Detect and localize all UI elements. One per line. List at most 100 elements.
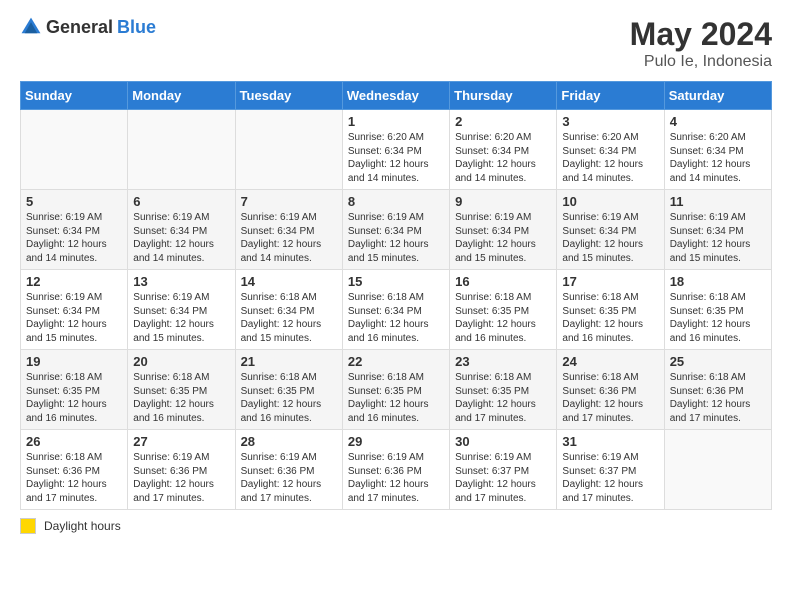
day-number: 31 <box>562 434 658 449</box>
day-number: 15 <box>348 274 444 289</box>
col-thursday: Thursday <box>450 82 557 110</box>
table-row: 31 Sunrise: 6:19 AMSunset: 6:37 PMDaylig… <box>557 430 664 510</box>
calendar-week-4: 19 Sunrise: 6:18 AMSunset: 6:35 PMDaylig… <box>21 350 772 430</box>
logo-text-blue: Blue <box>117 17 156 38</box>
subtitle: Pulo Ie, Indonesia <box>630 53 772 71</box>
calendar-week-1: 1 Sunrise: 6:20 AMSunset: 6:34 PMDayligh… <box>21 110 772 190</box>
day-number: 16 <box>455 274 551 289</box>
day-number: 27 <box>133 434 229 449</box>
day-info: Sunrise: 6:18 AMSunset: 6:35 PMDaylight:… <box>670 292 751 344</box>
col-sunday: Sunday <box>21 82 128 110</box>
day-number: 26 <box>26 434 122 449</box>
table-row: 30 Sunrise: 6:19 AMSunset: 6:37 PMDaylig… <box>450 430 557 510</box>
col-monday: Monday <box>128 82 235 110</box>
day-number: 29 <box>348 434 444 449</box>
col-tuesday: Tuesday <box>235 82 342 110</box>
table-row: 5 Sunrise: 6:19 AMSunset: 6:34 PMDayligh… <box>21 190 128 270</box>
table-row: 3 Sunrise: 6:20 AMSunset: 6:34 PMDayligh… <box>557 110 664 190</box>
main-title: May 2024 <box>630 16 772 53</box>
title-section: May 2024 Pulo Ie, Indonesia <box>630 16 772 71</box>
day-number: 23 <box>455 354 551 369</box>
day-number: 19 <box>26 354 122 369</box>
table-row: 15 Sunrise: 6:18 AMSunset: 6:34 PMDaylig… <box>342 270 449 350</box>
day-info: Sunrise: 6:19 AMSunset: 6:36 PMDaylight:… <box>241 452 322 504</box>
table-row: 13 Sunrise: 6:19 AMSunset: 6:34 PMDaylig… <box>128 270 235 350</box>
table-row: 11 Sunrise: 6:19 AMSunset: 6:34 PMDaylig… <box>664 190 771 270</box>
table-row: 24 Sunrise: 6:18 AMSunset: 6:36 PMDaylig… <box>557 350 664 430</box>
day-info: Sunrise: 6:18 AMSunset: 6:35 PMDaylight:… <box>455 372 536 424</box>
day-info: Sunrise: 6:19 AMSunset: 6:34 PMDaylight:… <box>241 212 322 264</box>
day-number: 11 <box>670 194 766 209</box>
day-info: Sunrise: 6:19 AMSunset: 6:34 PMDaylight:… <box>670 212 751 264</box>
header-row: Sunday Monday Tuesday Wednesday Thursday… <box>21 82 772 110</box>
header: GeneralBlue May 2024 Pulo Ie, Indonesia <box>20 16 772 71</box>
day-number: 12 <box>26 274 122 289</box>
day-info: Sunrise: 6:20 AMSunset: 6:34 PMDaylight:… <box>455 132 536 184</box>
day-number: 6 <box>133 194 229 209</box>
page: GeneralBlue May 2024 Pulo Ie, Indonesia … <box>0 0 792 612</box>
calendar-week-3: 12 Sunrise: 6:19 AMSunset: 6:34 PMDaylig… <box>21 270 772 350</box>
table-row: 17 Sunrise: 6:18 AMSunset: 6:35 PMDaylig… <box>557 270 664 350</box>
day-info: Sunrise: 6:19 AMSunset: 6:36 PMDaylight:… <box>348 452 429 504</box>
day-info: Sunrise: 6:19 AMSunset: 6:36 PMDaylight:… <box>133 452 214 504</box>
day-number: 9 <box>455 194 551 209</box>
col-wednesday: Wednesday <box>342 82 449 110</box>
table-row: 28 Sunrise: 6:19 AMSunset: 6:36 PMDaylig… <box>235 430 342 510</box>
day-info: Sunrise: 6:19 AMSunset: 6:34 PMDaylight:… <box>26 212 107 264</box>
day-number: 10 <box>562 194 658 209</box>
day-number: 2 <box>455 114 551 129</box>
day-number: 18 <box>670 274 766 289</box>
day-number: 30 <box>455 434 551 449</box>
day-info: Sunrise: 6:19 AMSunset: 6:34 PMDaylight:… <box>133 212 214 264</box>
day-number: 3 <box>562 114 658 129</box>
day-number: 4 <box>670 114 766 129</box>
day-number: 21 <box>241 354 337 369</box>
day-number: 5 <box>26 194 122 209</box>
day-info: Sunrise: 6:18 AMSunset: 6:35 PMDaylight:… <box>348 372 429 424</box>
table-row: 18 Sunrise: 6:18 AMSunset: 6:35 PMDaylig… <box>664 270 771 350</box>
table-row <box>21 110 128 190</box>
col-friday: Friday <box>557 82 664 110</box>
table-row: 8 Sunrise: 6:19 AMSunset: 6:34 PMDayligh… <box>342 190 449 270</box>
table-row: 16 Sunrise: 6:18 AMSunset: 6:35 PMDaylig… <box>450 270 557 350</box>
day-info: Sunrise: 6:18 AMSunset: 6:35 PMDaylight:… <box>241 372 322 424</box>
day-info: Sunrise: 6:19 AMSunset: 6:34 PMDaylight:… <box>133 292 214 344</box>
day-info: Sunrise: 6:18 AMSunset: 6:35 PMDaylight:… <box>133 372 214 424</box>
day-info: Sunrise: 6:18 AMSunset: 6:36 PMDaylight:… <box>670 372 751 424</box>
table-row: 25 Sunrise: 6:18 AMSunset: 6:36 PMDaylig… <box>664 350 771 430</box>
day-info: Sunrise: 6:19 AMSunset: 6:34 PMDaylight:… <box>455 212 536 264</box>
day-info: Sunrise: 6:20 AMSunset: 6:34 PMDaylight:… <box>562 132 643 184</box>
table-row <box>128 110 235 190</box>
table-row: 12 Sunrise: 6:19 AMSunset: 6:34 PMDaylig… <box>21 270 128 350</box>
table-row: 22 Sunrise: 6:18 AMSunset: 6:35 PMDaylig… <box>342 350 449 430</box>
day-number: 13 <box>133 274 229 289</box>
table-row: 10 Sunrise: 6:19 AMSunset: 6:34 PMDaylig… <box>557 190 664 270</box>
day-info: Sunrise: 6:19 AMSunset: 6:37 PMDaylight:… <box>455 452 536 504</box>
day-info: Sunrise: 6:20 AMSunset: 6:34 PMDaylight:… <box>670 132 751 184</box>
table-row: 23 Sunrise: 6:18 AMSunset: 6:35 PMDaylig… <box>450 350 557 430</box>
day-number: 17 <box>562 274 658 289</box>
day-info: Sunrise: 6:18 AMSunset: 6:35 PMDaylight:… <box>455 292 536 344</box>
day-number: 22 <box>348 354 444 369</box>
day-info: Sunrise: 6:18 AMSunset: 6:34 PMDaylight:… <box>241 292 322 344</box>
calendar-table: Sunday Monday Tuesday Wednesday Thursday… <box>20 81 772 510</box>
legend-label: Daylight hours <box>44 519 121 533</box>
logo-icon <box>20 16 42 38</box>
table-row: 2 Sunrise: 6:20 AMSunset: 6:34 PMDayligh… <box>450 110 557 190</box>
day-info: Sunrise: 6:19 AMSunset: 6:34 PMDaylight:… <box>348 212 429 264</box>
table-row: 21 Sunrise: 6:18 AMSunset: 6:35 PMDaylig… <box>235 350 342 430</box>
table-row: 1 Sunrise: 6:20 AMSunset: 6:34 PMDayligh… <box>342 110 449 190</box>
calendar-header: Sunday Monday Tuesday Wednesday Thursday… <box>21 82 772 110</box>
table-row: 6 Sunrise: 6:19 AMSunset: 6:34 PMDayligh… <box>128 190 235 270</box>
table-row: 27 Sunrise: 6:19 AMSunset: 6:36 PMDaylig… <box>128 430 235 510</box>
calendar-week-2: 5 Sunrise: 6:19 AMSunset: 6:34 PMDayligh… <box>21 190 772 270</box>
table-row: 7 Sunrise: 6:19 AMSunset: 6:34 PMDayligh… <box>235 190 342 270</box>
day-number: 20 <box>133 354 229 369</box>
day-info: Sunrise: 6:20 AMSunset: 6:34 PMDaylight:… <box>348 132 429 184</box>
table-row: 20 Sunrise: 6:18 AMSunset: 6:35 PMDaylig… <box>128 350 235 430</box>
day-number: 14 <box>241 274 337 289</box>
day-info: Sunrise: 6:18 AMSunset: 6:35 PMDaylight:… <box>26 372 107 424</box>
logo-text-general: General <box>46 17 113 38</box>
table-row: 19 Sunrise: 6:18 AMSunset: 6:35 PMDaylig… <box>21 350 128 430</box>
day-number: 7 <box>241 194 337 209</box>
